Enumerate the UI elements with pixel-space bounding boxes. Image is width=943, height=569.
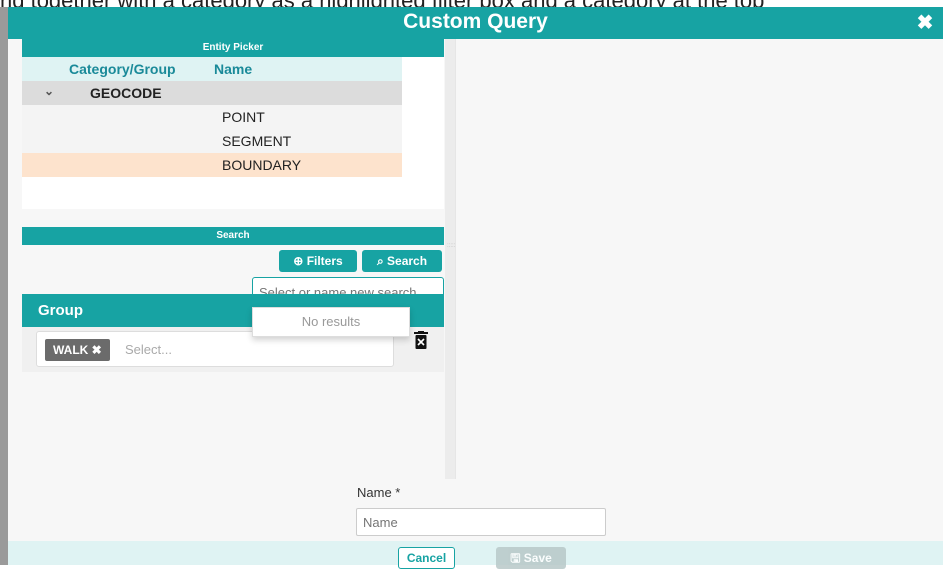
- group-row-geocode[interactable]: ⌄ GEOCODE: [22, 81, 402, 105]
- plus-circle-icon: ⊕: [293, 254, 304, 268]
- screen: nd together with a category as a highlig…: [0, 0, 943, 569]
- search-button[interactable]: ⌕ Search: [362, 250, 442, 272]
- list-item[interactable]: POINT: [22, 105, 402, 129]
- entity-picker: Category/Group Name ⌄ GEOCODE POINT SEGM…: [22, 57, 444, 235]
- modal-footer: Cancel 🖫 Save: [8, 541, 943, 569]
- name-field[interactable]: [356, 508, 606, 536]
- group-select-placeholder: Select...: [125, 342, 172, 357]
- tag-walk[interactable]: WALK ✖: [45, 339, 110, 361]
- save-button[interactable]: 🖫 Save: [496, 547, 566, 569]
- right-panel: [455, 39, 943, 479]
- entity-picker-title: Entity Picker: [22, 39, 444, 57]
- modal-header: Custom Query ✖: [8, 7, 943, 39]
- left-panel: Entity Picker Category/Group Name ⌄ GEOC…: [22, 39, 444, 479]
- list-item[interactable]: SEGMENT: [22, 129, 402, 153]
- tag-label: WALK: [53, 343, 89, 357]
- search-dropdown-empty: No results: [252, 307, 410, 337]
- name-field-label: Name *: [357, 485, 401, 500]
- chevron-down-icon[interactable]: ⌄: [44, 84, 54, 98]
- filters-button[interactable]: ⊕ Filters: [279, 250, 357, 272]
- search-title: Search: [22, 227, 444, 245]
- search-icon: ⌕: [376, 254, 384, 268]
- save-button-label: Save: [523, 551, 552, 565]
- save-icon: 🖫: [510, 551, 521, 565]
- entity-picker-table: Category/Group Name ⌄ GEOCODE POINT SEGM…: [22, 57, 402, 177]
- group-name: GEOCODE: [90, 85, 162, 101]
- splitter-grip: ::::::: [447, 243, 458, 249]
- search-button-label: Search: [387, 254, 428, 268]
- custom-query-modal: Custom Query ✖ Entity Picker Category/Gr…: [8, 7, 943, 569]
- list-item-label: BOUNDARY: [222, 157, 302, 173]
- list-item-selected[interactable]: BOUNDARY: [22, 153, 402, 177]
- modal-title: Custom Query: [403, 10, 548, 33]
- left-border: [0, 7, 8, 565]
- column-header-category[interactable]: Category/Group: [69, 61, 176, 77]
- table-header: Category/Group Name: [22, 57, 402, 81]
- panel-splitter[interactable]: ::::::: [445, 39, 458, 479]
- list-item-label: POINT: [222, 109, 265, 125]
- close-icon[interactable]: ✖: [915, 10, 935, 34]
- cancel-button[interactable]: Cancel: [398, 547, 455, 569]
- column-header-name[interactable]: Name: [214, 61, 252, 77]
- remove-tag-icon[interactable]: ✖: [92, 343, 102, 357]
- filters-button-label: Filters: [306, 254, 343, 268]
- list-item-label: SEGMENT: [222, 133, 292, 149]
- trash-icon[interactable]: [414, 331, 428, 349]
